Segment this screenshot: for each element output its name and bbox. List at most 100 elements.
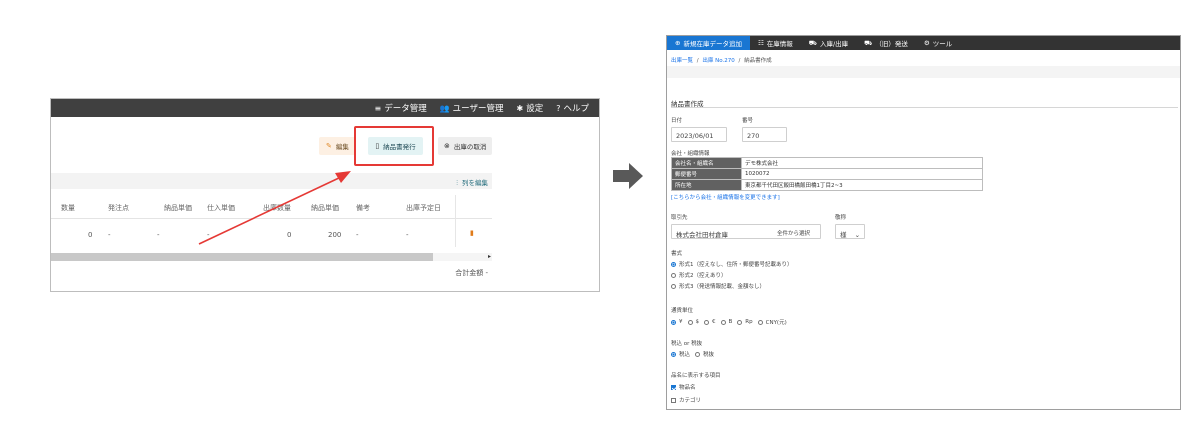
nav-item-label: 設定 (526, 104, 544, 114)
item-option-label: 物品名 (679, 385, 696, 391)
format-option-2[interactable]: 形式2（控えあり） (671, 271, 727, 279)
table-row: 郵便番号 1020072 (671, 168, 983, 180)
nav-item-label: ヘルプ (563, 104, 589, 114)
postal-code-value: 1020072 (741, 168, 983, 180)
scroll-right-arrow-icon[interactable]: ▸ (488, 253, 491, 260)
plus-circle-icon: ⊕ (675, 39, 681, 47)
nav-item-label: ユーザー管理 (452, 104, 504, 114)
change-company-info-link[interactable]: [こちらから会社・組織情報を変更できます] (671, 193, 780, 201)
column-header: 納品単価 (164, 204, 192, 212)
edit-button-label: 編集 (335, 143, 349, 151)
radio-icon[interactable] (757, 319, 763, 325)
currency-option-label: B (728, 319, 733, 325)
radio-icon[interactable] (720, 319, 726, 325)
edit-columns-label: 列を編集 (462, 179, 488, 187)
tax-option-label: 税抜 (703, 352, 715, 358)
nav-item-label: 入庫/出庫 (819, 40, 849, 48)
nav-item-settings[interactable]: ✱ 設定 (516, 102, 544, 115)
number-field[interactable]: 270 (742, 127, 787, 142)
breadcrumb-separator: / (738, 58, 741, 64)
breadcrumb-link-shipment-no[interactable]: 出庫 No.270 (702, 58, 734, 64)
format-option-1[interactable]: 形式1（控えなし、住所・郵便番号記載あり） (671, 260, 793, 268)
date-field[interactable]: 2023/06/01 (671, 127, 727, 142)
radio-icon[interactable] (704, 319, 709, 325)
nav-item-label: （旧）発送 (875, 40, 908, 48)
top-nav-bar: ≡ データ管理 👥 ユーザー管理 ✱ 設定 ? ヘルプ (51, 99, 599, 117)
format-option-label: 形式3（発送情報記載、金額なし） (679, 284, 766, 290)
number-label: 番号 (742, 118, 754, 124)
company-name-header: 会社名・組織名 (671, 157, 742, 169)
company-info-table: 会社名・組織名 デモ株式会社 郵便番号 1020072 所在地 東京都千代田区飯… (671, 157, 983, 191)
format-option-3[interactable]: 形式3（発送情報記載、金額なし） (671, 282, 765, 290)
breadcrumb: 出庫一覧 / 出庫 No.270 / 納品書作成 (671, 56, 772, 64)
honorific-select[interactable]: 様 ⌄ (835, 224, 865, 239)
nav-item-add-inventory[interactable]: ⊕ 新規在庫データ追加 (667, 36, 750, 50)
table-cell: - (157, 231, 160, 239)
action-toolbar: ✎ 編集 ▯ 納品書発行 ⊗ 出庫の取消 (51, 117, 599, 169)
column-header: 数量 (61, 204, 75, 212)
nav-item-tools[interactable]: ⚙ ツール (916, 36, 960, 50)
radio-icon[interactable] (737, 319, 743, 325)
radio-icon (671, 283, 676, 289)
gear-icon: ✱ (516, 103, 524, 113)
nav-item-data-management[interactable]: ≡ データ管理 (374, 102, 426, 115)
postal-code-header: 郵便番号 (671, 168, 742, 180)
radio-selected-icon[interactable] (671, 319, 676, 325)
horizontal-scrollbar[interactable]: ▸ (51, 253, 492, 261)
scrollbar-thumb[interactable] (51, 253, 433, 261)
item-option-name[interactable]: 物品名 (671, 383, 696, 391)
list-icon: ≡ (374, 103, 382, 113)
edit-columns-button[interactable]: ⫶ 列を編集 (456, 177, 488, 188)
breadcrumb-current: 納品書作成 (744, 58, 772, 64)
currency-label: 通貨単位 (671, 308, 694, 314)
nav-item-inventory-info[interactable]: ☷ 在庫情報 (750, 36, 801, 50)
radio-icon (671, 272, 676, 278)
format-label: 書式 (671, 251, 683, 257)
table-cell: - (108, 231, 111, 239)
address-header: 所在地 (671, 179, 742, 191)
nav-item-user-management[interactable]: 👥 ユーザー管理 (439, 102, 504, 115)
tax-label: 税込 or 税抜 (671, 341, 703, 347)
cancel-shipment-label: 出庫の取消 (453, 143, 487, 151)
table-cell: - (406, 231, 409, 239)
help-icon: ? (556, 103, 561, 113)
nav-item-help[interactable]: ? ヘルプ (556, 102, 589, 115)
item-option-category[interactable]: カテゴリ (671, 396, 701, 404)
nav-item-receiving-shipping[interactable]: ⛟ 入庫/出庫 (801, 36, 856, 50)
currency-option-label: € (712, 319, 716, 325)
cancel-shipment-button[interactable]: ⊗ 出庫の取消 (438, 137, 493, 155)
format-option-label: 形式2（控えあり） (679, 273, 727, 279)
title-divider (671, 107, 1178, 108)
tools-icon: ⚙ (923, 39, 930, 47)
column-header: 出庫予定日 (406, 204, 441, 212)
currency-option-label: CNY(元) (765, 320, 787, 326)
nav-item-label: 在庫情報 (766, 40, 793, 48)
table-row: 所在地 東京都千代田区飯田橋飯田橋1丁目2~3 (671, 179, 983, 191)
address-value: 東京都千代田区飯田橋飯田橋1丁目2~3 (741, 179, 983, 191)
top-nav-bar: ⊕ 新規在庫データ追加 ☷ 在庫情報 ⛟ 入庫/出庫 ⛟ （旧）発送 ⚙ ツール (667, 36, 1180, 50)
column-header: 発注点 (108, 204, 129, 212)
trash-icon[interactable]: ▮ (470, 229, 474, 237)
radio-icon[interactable] (695, 351, 701, 357)
highlight-box (354, 126, 434, 166)
right-arrow-icon (613, 163, 643, 189)
radio-selected-icon[interactable] (671, 351, 676, 357)
client-label: 取引先 (671, 215, 688, 221)
breadcrumb-link-shipment-list[interactable]: 出庫一覧 (671, 58, 693, 64)
pencil-icon: ✎ (326, 142, 332, 150)
checkbox-icon (671, 397, 676, 403)
after-screenshot-panel: ⊕ 新規在庫データ追加 ☷ 在庫情報 ⛟ 入庫/出庫 ⛟ （旧）発送 ⚙ ツール… (666, 35, 1181, 410)
columns-icon: ⫶ (456, 179, 458, 187)
edit-button[interactable]: ✎ 編集 (319, 137, 356, 155)
checkbox-checked-icon (671, 384, 676, 390)
items-label: 品名に表示する項目 (671, 373, 721, 379)
radio-icon[interactable] (687, 319, 693, 325)
table-cell: 0 (88, 231, 93, 239)
nav-item-label: ツール (932, 40, 953, 48)
users-icon: 👥 (439, 103, 450, 113)
table-row: 会社名・組織名 デモ株式会社 (671, 157, 983, 169)
nav-item-old-shipping[interactable]: ⛟ （旧）発送 (856, 36, 916, 50)
list-icon: ☷ (757, 39, 764, 47)
select-from-all-button[interactable]: 全件から選択 (777, 229, 810, 237)
date-label: 日付 (671, 118, 683, 124)
